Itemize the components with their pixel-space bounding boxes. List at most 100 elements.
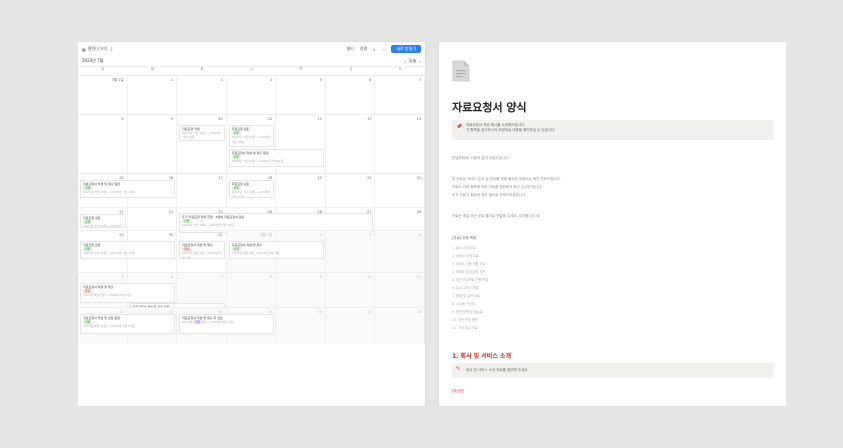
list-item: 3. 서비스 이용 현황 자료 <box>452 262 486 266</box>
weekday-label: 화 <box>200 67 204 71</box>
calendar-day[interactable]: 2 <box>128 76 178 114</box>
calendar-day[interactable]: 8 <box>78 115 128 173</box>
weekday-label: 금 <box>349 67 353 71</box>
next-month-icon[interactable]: › <box>419 59 421 64</box>
event-date-range: 2023년 8월 1일 → 2023년 8월 2일 <box>182 251 222 259</box>
page-title: 자료요청서 양식 <box>452 101 527 114</box>
calendar-event[interactable]: 자료요청서 작성 및 검토 일정 진행 2023년 8월 12일 → 2023년 8… <box>80 314 176 334</box>
calendar-day[interactable]: 23 <box>128 208 178 230</box>
calendar-week: 15 16 17 18 19 20 21 자료요청서 작성 및 제출 일정 진행 2023년 7월… <box>78 173 425 207</box>
calendar-day[interactable]: 3 <box>177 76 227 114</box>
body-line: 자료는 메일 또는 공유 폴더로 전달해 주세요. 감사합니다 😊 <box>452 214 540 218</box>
event-title: 자료요청서 작성 및 제출 <box>231 243 263 247</box>
calendar-event[interactable]: 자료요청 검토 진행 2023년 7월 19일 → 2023년 7월 20일 <box>228 180 275 198</box>
calendar-day[interactable]: 8 <box>226 273 277 307</box>
calendar-day[interactable]: 4 <box>227 76 277 114</box>
list-item: 6. 주요 고객사 목록 <box>452 286 479 290</box>
calendar-event[interactable]: 자료요청서 작성 및 제출 완료 2023년 8월 5일 → 2023년 8월 7일 <box>80 283 176 303</box>
calendar-week: 22 23 24 25 26 27 28 추가 자료요청 작업 진행 - 4월분 자료요청서 … <box>78 207 425 233</box>
event-date-range: 2023년 7월 15일 → 2023년 7월 18일 <box>83 190 135 195</box>
month-label: 2023년 7월 <box>82 58 104 63</box>
document-icon <box>452 60 470 82</box>
list-item: 1. 회사 소개 자료 <box>452 246 476 250</box>
list-item: 11. 기타 참고 자료 <box>452 326 478 330</box>
sort-button[interactable]: 정렬 <box>360 46 367 52</box>
weekday-label: 일 <box>101 67 105 71</box>
calendar-day[interactable]: 14 <box>375 115 425 173</box>
event-title: 자료요청서 작성 및 검토 일정 <box>83 316 120 320</box>
calendar-grid: 7월 1일 2 3 4 5 6 7 8 9 10 11 12 13 14 자료요청 작업 2023년 7월 1… <box>78 75 425 344</box>
more-icon[interactable]: ··· <box>382 47 386 52</box>
list-item: 5. 최근 프로젝트 진행 현황 <box>452 278 489 282</box>
list-item: 4. 조직도 및 담당자 정보 <box>452 270 486 274</box>
calendar-event[interactable]: 자료요청서 작성 및 제출 진행 2023년 8월 2일 → 2023년 8월 4일 <box>228 241 324 259</box>
body-line: 추가 자료가 필요한 경우 별도로 연락드리겠습니다. <box>452 193 527 197</box>
weekday-label: 수 <box>249 67 254 71</box>
calendar-day[interactable]: 13 <box>326 115 376 173</box>
calendar-event[interactable]: 자료요청 작업 2023년 7월 10일 → 2023년 7월 12일 <box>179 125 225 141</box>
calendar-day[interactable]: 11 <box>375 273 425 307</box>
pin-icon: 📌 <box>456 124 463 130</box>
view-count: 1 <box>110 46 113 52</box>
event-title: 자료요청서 작성 및 제출 일정 <box>231 151 269 155</box>
calendar-event[interactable]: 자료요청 검토 진행 2023년 7월 12일 → 2023년 7월 14일 <box>228 125 275 147</box>
calendar-day[interactable]: 21 <box>375 174 425 207</box>
section-heading: 1. 회사 및 서비스 소개 <box>452 353 511 360</box>
event-title: 추가 자료요청 작업 진행 - 4월분 자료요청서 검토 <box>182 215 245 219</box>
calendar-event[interactable]: 자료요청서 작성 및 제출 후 검토 확인 2023년 8월 15일 → 2023년… <box>179 314 275 334</box>
calendar-day[interactable]: 7 <box>375 76 425 114</box>
calendar-event[interactable]: 자료요청 검토 진행 2023년 7월 29일 → 2023년 7월 31일 <box>80 241 176 259</box>
calendar-day[interactable]: 28 <box>375 208 425 230</box>
calendar-event[interactable]: 자료요청서 작성 및 제출 일정 진행 2023년 7월 15일 → 2023년 7… <box>80 180 176 198</box>
event-date-range: 2023년 7월 12일 → 2023년 7월 14일 <box>231 135 271 144</box>
list-item: 2. 서비스 소개 자료 <box>452 254 479 258</box>
calendar-event[interactable]: 자료요청서 작성 및 제출 완료 2023년 8월 1일 → 2023년 8월 2일 <box>179 241 225 259</box>
calendar-subbar: 2023년 7월 ‹ 오늘 › <box>78 56 425 67</box>
list-item: 7. 매출 및 실적 자료 <box>452 294 480 298</box>
calendar-day[interactable]: 3 <box>325 231 376 272</box>
calendar-event[interactable]: 자료요청 검토진행2023년 7월 22일 → 2023년 7월 23일 <box>80 214 126 228</box>
weekday-label: 월 <box>150 67 154 71</box>
calendar-week: 5 6 7 8 9 10 11 자료요청서 작성 및 제출 완료 2023년 8월 5일 → 20… <box>78 272 425 319</box>
callout-line: 각 항목을 참고하시어 요청하실 내용을 확인하실 수 있습니다. <box>466 128 556 132</box>
event-title: 자료요청서 작성 및 제출 <box>83 285 114 289</box>
calendar-day[interactable]: 20 <box>326 174 376 207</box>
event-date-range: 2023년 7월 29일 → 2023년 7월 31일 <box>83 251 135 256</box>
event-date-range: 2023년 7월 22일 → 2023년 7월 23일 <box>83 224 122 228</box>
calendar-day[interactable]: 19 <box>276 174 326 207</box>
calendar-view-name[interactable]: 캘린더 보기 <box>88 46 108 52</box>
calendar-day[interactable]: 5 <box>276 76 326 114</box>
calendar-day[interactable]: 18 <box>375 308 425 344</box>
calendar-day[interactable]: 9 <box>276 273 326 307</box>
filter-button[interactable]: 필터 <box>347 46 354 52</box>
prev-month-icon[interactable]: ‹ <box>404 59 406 64</box>
event-status-badge: 확인 <box>193 320 203 325</box>
calendar-panel: ▦ 캘린더 보기 1 필터 정렬 ⌕ ··· 새로 만들기 2023년 7월 ‹… <box>78 42 425 406</box>
search-icon[interactable]: ⌕ <box>373 47 375 52</box>
calendar-day[interactable]: 10 <box>177 115 227 173</box>
event-title: 자료요청서 작성 및 제출 일정 <box>83 182 120 186</box>
calendar-view-icon: ▦ <box>82 46 86 52</box>
calendar-week: 8 9 10 11 12 13 14 자료요청 작업 2023년 7월 10일 → 2023년 … <box>78 114 425 173</box>
calendar-week: 12 13 14 15 16 17 18 자료요청서 작성 및 검토 일정 진행 2023년 8월… <box>78 307 425 344</box>
calendar-day[interactable]: 9 <box>128 115 178 173</box>
calendar-day[interactable]: 10 <box>325 273 376 307</box>
document-panel: 자료요청서 양식 📌 자료요청서 작성 예시를 소개해드립니다. 각 항목을 참… <box>439 42 786 406</box>
weekday-header: 일 월 화 수 목 금 토 <box>78 67 425 75</box>
pencil-icon: ✎ <box>456 366 461 372</box>
list-item: 9. 운영 정책 및 매뉴얼 <box>452 310 483 314</box>
calendar-day[interactable]: 16 <box>276 308 326 344</box>
event-date-range: 2023년 7월 12일 → 2023년 7월 14일 <box>231 159 284 164</box>
calendar-toolbar: ▦ 캘린더 보기 1 필터 정렬 ⌕ ··· 새로 만들기 <box>78 42 425 56</box>
calendar-day[interactable]: 17 <box>177 174 227 207</box>
list-heading: [자료] 요청 목록 <box>452 236 477 240</box>
calendar-day[interactable]: 6 <box>326 76 376 114</box>
new-button[interactable]: 새로 만들기 <box>391 45 421 53</box>
calendar-day[interactable]: 17 <box>325 308 376 344</box>
calendar-day[interactable]: 4 <box>375 231 425 272</box>
intro-text: 안녕하세요! 다음과 같이 요청드립니다. <box>452 156 510 160</box>
today-button[interactable]: 오늘 <box>409 58 416 64</box>
calendar-event[interactable]: 자료요청서 작성 및 제출 일정 진행 2023년 7월 12일 → 2023년 7… <box>228 149 324 167</box>
calendar-day[interactable]: 7 <box>177 273 227 307</box>
calendar-day[interactable]: 7월 1일 <box>78 76 128 114</box>
